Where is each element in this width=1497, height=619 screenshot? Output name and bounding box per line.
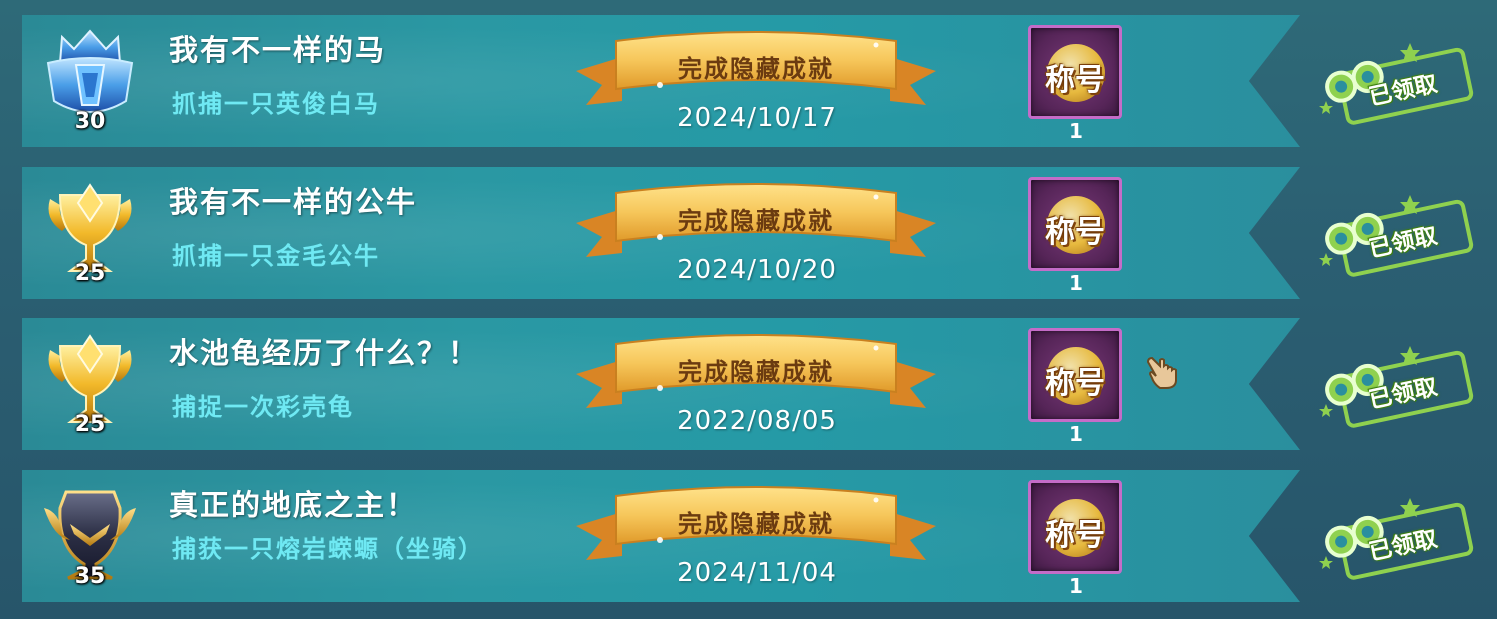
- achievement-description: 抓捕一只金毛公牛: [172, 242, 380, 270]
- claimed-stamp-icon: 已领取: [1312, 490, 1482, 590]
- reward-count: 1: [1069, 119, 1083, 143]
- completion-date: 2022/08/05: [677, 406, 837, 436]
- achievement-description: 抓捕一只英俊白马: [172, 90, 380, 118]
- achievement-row[interactable]: 35 真正的地底之主！ 捕获一只熔岩蝾螈（坐骑） 完成隐藏成就 2024/11/…: [22, 470, 1474, 602]
- achievement-title: 水池龟经历了什么？！: [169, 336, 480, 370]
- achievement-description: 捕捉一次彩壳龟: [172, 393, 354, 421]
- reward-count: 1: [1069, 271, 1083, 295]
- achievement-row[interactable]: 25 我有不一样的公牛 抓捕一只金毛公牛 完成隐藏成就 2024/10/20 称…: [22, 167, 1474, 299]
- achievement-title: 我有不一样的马: [169, 33, 387, 67]
- ribbon-status-text: 完成隐藏成就: [678, 55, 834, 83]
- dark-gold-trophy-badge-icon: 35: [40, 478, 140, 594]
- ribbon-banner-icon: 完成隐藏成就: [576, 179, 936, 263]
- reward-count: 1: [1069, 422, 1083, 446]
- claimed-stamp-icon: 已领取: [1312, 338, 1482, 438]
- ribbon-status-text: 完成隐藏成就: [678, 510, 834, 538]
- reward-label: 称号: [1045, 366, 1105, 401]
- completion-date: 2024/10/20: [677, 255, 837, 285]
- badge-level: 35: [74, 564, 106, 589]
- achievement-description: 捕获一只熔岩蝾螈（坐骑）: [172, 535, 484, 563]
- badge-level: 25: [74, 261, 106, 286]
- badge-level: 30: [74, 109, 106, 134]
- gold-trophy-badge-icon: 25: [40, 326, 140, 442]
- achievement-title: 我有不一样的公牛: [169, 185, 418, 219]
- title-reward-icon[interactable]: 称号: [1028, 480, 1122, 574]
- ribbon-status-text: 完成隐藏成就: [678, 358, 834, 386]
- gold-trophy-badge-icon: 25: [40, 175, 140, 291]
- hand-cursor-icon: [1146, 354, 1180, 390]
- badge-level: 25: [74, 412, 106, 437]
- reward-label: 称号: [1045, 518, 1105, 553]
- completion-date: 2024/10/17: [677, 103, 837, 133]
- reward-count: 1: [1069, 574, 1083, 598]
- reward-label: 称号: [1045, 215, 1105, 250]
- ribbon-banner-icon: 完成隐藏成就: [576, 482, 936, 566]
- completion-date: 2024/11/04: [677, 558, 837, 588]
- claimed-stamp-icon: 已领取: [1312, 35, 1482, 135]
- achievement-row[interactable]: 30 我有不一样的马 抓捕一只英俊白马 完成隐藏成就 2024/10/17 称号…: [22, 15, 1474, 147]
- title-reward-icon[interactable]: 称号: [1028, 25, 1122, 119]
- claimed-stamp-icon: 已领取: [1312, 187, 1482, 287]
- achievement-row[interactable]: 25 水池龟经历了什么？！ 捕捉一次彩壳龟 完成隐藏成就 2022/08/05 …: [22, 318, 1474, 450]
- ribbon-status-text: 完成隐藏成就: [678, 207, 834, 235]
- reward-label: 称号: [1045, 63, 1105, 98]
- ribbon-banner-icon: 完成隐藏成就: [576, 27, 936, 111]
- ribbon-banner-icon: 完成隐藏成就: [576, 330, 936, 414]
- title-reward-icon[interactable]: 称号: [1028, 328, 1122, 422]
- crystal-crown-badge-icon: 30: [40, 23, 140, 139]
- title-reward-icon[interactable]: 称号: [1028, 177, 1122, 271]
- achievement-title: 真正的地底之主！: [169, 488, 418, 522]
